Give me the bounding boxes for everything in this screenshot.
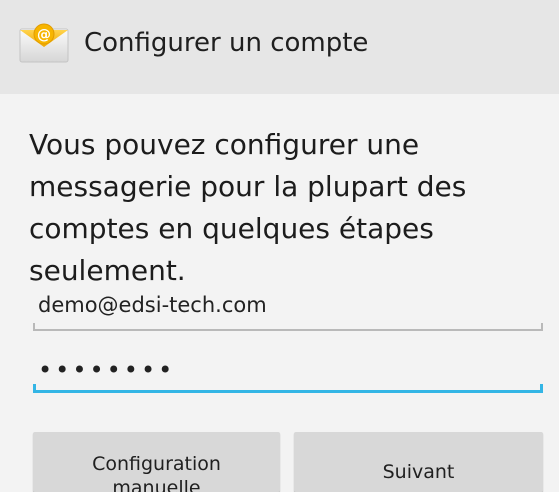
password-field-underline — [33, 384, 543, 393]
manual-setup-button[interactable]: Configuration manuelle — [33, 432, 280, 492]
email-app-icon: @ — [17, 19, 71, 65]
email-field[interactable] — [33, 280, 543, 330]
intro-text: Vous pouvez configurer une messagerie po… — [29, 128, 467, 287]
action-bar: @ Configurer un compte — [0, 0, 559, 94]
svg-text:@: @ — [37, 27, 51, 43]
next-label: Suivant — [382, 461, 455, 483]
next-button[interactable]: Suivant — [294, 432, 543, 492]
app-title: Configurer un compte — [84, 28, 369, 58]
email-field-underline — [33, 323, 543, 331]
password-field[interactable] — [33, 345, 543, 395]
manual-setup-label: Configuration manuelle — [92, 453, 221, 492]
